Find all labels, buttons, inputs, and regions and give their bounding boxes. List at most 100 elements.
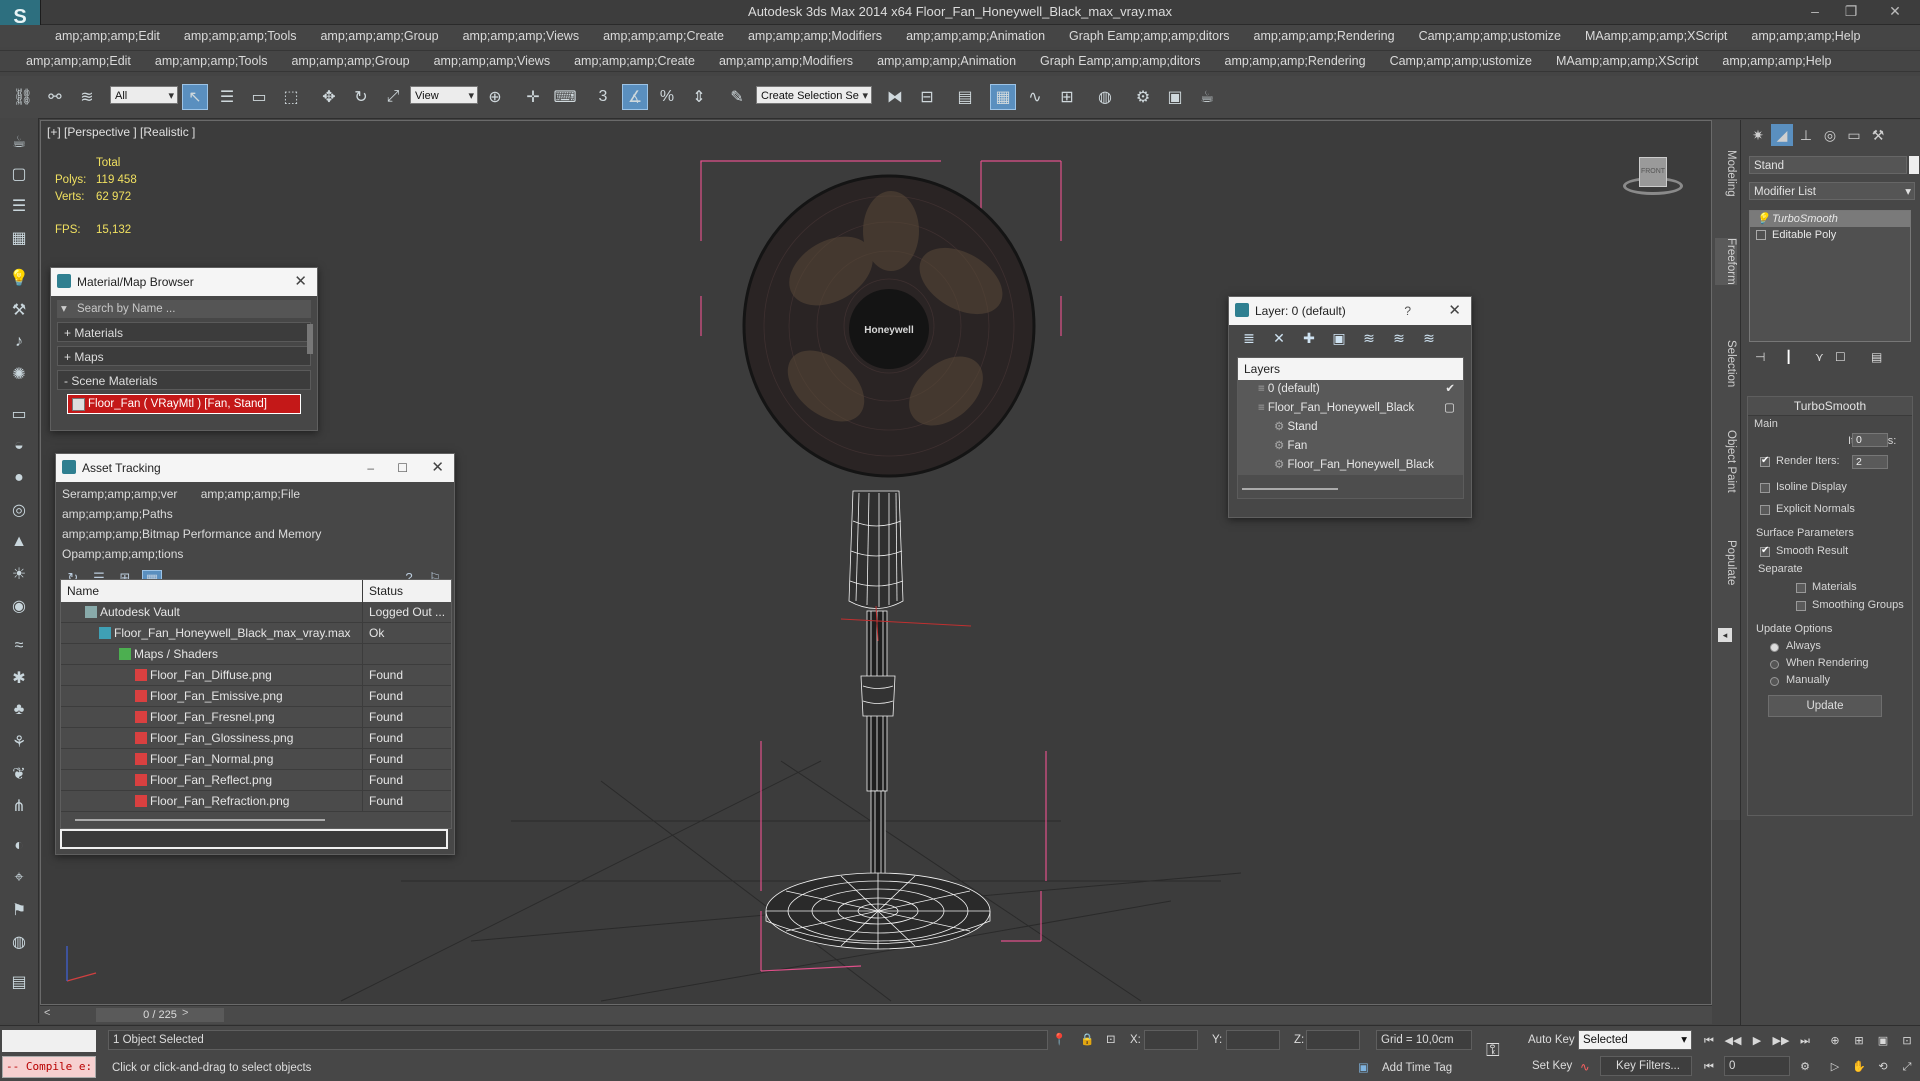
- rect-selection-icon[interactable]: ▭: [246, 84, 272, 110]
- table-row[interactable]: Floor_Fan_Fresnel.png Found: [61, 707, 451, 728]
- asset-menu-file[interactable]: amp;amp;amp;File: [201, 487, 300, 501]
- smoothing-groups-checkbox[interactable]: [1796, 601, 1806, 611]
- pin-stack-icon[interactable]: ⊣: [1755, 350, 1765, 364]
- motion-tab-icon[interactable]: ◎: [1819, 124, 1841, 146]
- close-icon[interactable]: ✕: [1448, 297, 1461, 325]
- curve-editor-icon[interactable]: ∿: [1022, 84, 1048, 110]
- hemisphere-icon[interactable]: ◒: [7, 434, 31, 458]
- table-row[interactable]: Floor_Fan_Normal.png Found: [61, 749, 451, 770]
- section-scene-materials[interactable]: - Scene Materials: [57, 370, 311, 390]
- percent-snap-icon[interactable]: %: [654, 84, 680, 110]
- rotate-icon[interactable]: ↻: [348, 84, 374, 110]
- isoline-display-checkbox[interactable]: [1760, 483, 1770, 493]
- orbit-icon[interactable]: ⟲: [1874, 1058, 1892, 1076]
- modifier-list-dropdown[interactable]: Modifier List ▾: [1749, 182, 1915, 200]
- select-object-icon[interactable]: ↖: [182, 84, 208, 110]
- menu-edit[interactable]: amp;amp;amp;Edit: [55, 29, 160, 43]
- section-maps[interactable]: + Maps: [57, 346, 311, 366]
- chevron-down-icon[interactable]: ▾: [1681, 1031, 1687, 1049]
- layer-row[interactable]: ≡ 0 (default) ✔: [1238, 380, 1463, 399]
- when-rendering-radio[interactable]: [1770, 660, 1779, 669]
- viewcube[interactable]: FRONT: [1623, 157, 1683, 195]
- pin-icon[interactable]: 📍: [1052, 1032, 1066, 1046]
- render-setup-icon[interactable]: ⚙: [1130, 84, 1156, 110]
- menu2-group[interactable]: amp;amp;amp;Group: [291, 54, 409, 68]
- create-layer-icon[interactable]: ≣: [1239, 330, 1259, 348]
- time-slider[interactable]: < 0 / 225 >: [40, 1005, 1712, 1024]
- pan-icon[interactable]: ✋: [1850, 1058, 1868, 1076]
- expand-icon[interactable]: [1756, 230, 1766, 240]
- utilities-tab-icon[interactable]: ⚒: [1867, 124, 1889, 146]
- layer-object-row[interactable]: ⚙ Floor_Fan_Honeywell_Black: [1238, 456, 1463, 475]
- menu-views[interactable]: amp;amp;amp;Views: [463, 29, 580, 43]
- zoom-icon[interactable]: ⊕: [1826, 1032, 1844, 1050]
- tab-selection[interactable]: Selection: [1715, 340, 1737, 387]
- table-row[interactable]: Floor_Fan_Glossiness.png Found: [61, 728, 451, 749]
- document-icon[interactable]: ▤: [7, 970, 31, 994]
- update-button[interactable]: Update: [1768, 695, 1882, 717]
- scrollbar-thumb[interactable]: [1242, 488, 1338, 490]
- menu2-modifiers[interactable]: amp;amp;amp;Modifiers: [719, 54, 853, 68]
- delete-layer-icon[interactable]: ✕: [1269, 330, 1289, 348]
- table-row[interactable]: Floor_Fan_Refraction.png Found: [61, 791, 451, 812]
- table-row[interactable]: Floor_Fan_Emissive.png Found: [61, 686, 451, 707]
- camera-icon[interactable]: ⌖: [7, 866, 31, 890]
- pivot-center-icon[interactable]: ⊕: [482, 84, 508, 110]
- scale-icon[interactable]: ⤢: [380, 84, 406, 110]
- time-slider-label[interactable]: 0 / 225: [96, 1008, 224, 1022]
- reference-coord-dropdown[interactable]: View: [410, 86, 478, 105]
- chevron-down-icon[interactable]: ▾: [1905, 183, 1911, 201]
- absolute-mode-icon[interactable]: ⊡: [1106, 1032, 1116, 1046]
- time-tag-icon[interactable]: ▣: [1358, 1060, 1369, 1074]
- mirror-icon[interactable]: ⧓: [882, 84, 908, 110]
- table-row[interactable]: Floor_Fan_Diffuse.png Found: [61, 665, 451, 686]
- sphere-icon[interactable]: ●: [7, 466, 31, 490]
- menu-customize[interactable]: Camp;amp;amp;ustomize: [1419, 29, 1561, 43]
- menu-modifiers[interactable]: amp;amp;amp;Modifiers: [748, 29, 882, 43]
- display-tab-icon[interactable]: ▭: [1843, 124, 1865, 146]
- close-icon[interactable]: ✕: [294, 268, 307, 296]
- menu2-maxscript[interactable]: MAamp;amp;amp;XScript: [1556, 54, 1698, 68]
- iterations-spinner[interactable]: 0: [1852, 433, 1888, 447]
- always-radio[interactable]: [1770, 643, 1779, 652]
- asset-menu-paths[interactable]: amp;amp;amp;Paths: [62, 507, 173, 521]
- menu2-create[interactable]: amp;amp;amp;Create: [574, 54, 695, 68]
- create-tab-icon[interactable]: ✷: [1747, 124, 1769, 146]
- set-key-button[interactable]: Set Key: [1532, 1060, 1572, 1072]
- material-sphere-icon[interactable]: ◉: [7, 594, 31, 618]
- menu-rendering[interactable]: amp;amp;amp;Rendering: [1254, 29, 1395, 43]
- auto-key-button[interactable]: Auto Key: [1528, 1034, 1575, 1046]
- angle-snap-icon[interactable]: ∡: [622, 84, 648, 110]
- layer-row[interactable]: ≡ Floor_Fan_Honeywell_Black ▢: [1238, 399, 1463, 418]
- minimize-icon[interactable]: –: [367, 454, 374, 482]
- box-icon[interactable]: ▢: [7, 162, 31, 186]
- menu2-animation[interactable]: amp;amp;amp;Animation: [877, 54, 1016, 68]
- material-editor-icon[interactable]: ◍: [1092, 84, 1118, 110]
- maximize-icon[interactable]: ☐: [397, 454, 408, 482]
- render-production-icon[interactable]: ☕: [1194, 84, 1220, 110]
- fur-icon[interactable]: ⋔: [7, 794, 31, 818]
- object-color-swatch[interactable]: [1909, 156, 1919, 174]
- configure-sets-icon[interactable]: ▤: [1871, 350, 1882, 364]
- lock-icon[interactable]: 🔒: [1080, 1032, 1094, 1046]
- table-row[interactable]: Floor_Fan_Reflect.png Found: [61, 770, 451, 791]
- hide-all-icon[interactable]: ≋: [1389, 330, 1409, 348]
- edit-named-selection-icon[interactable]: ✎: [724, 84, 750, 110]
- asset-menu-bitmap[interactable]: amp;amp;amp;Bitmap Performance and Memor…: [62, 524, 448, 544]
- snaps-toggle-icon[interactable]: 3: [590, 84, 616, 110]
- bind-spacewarp-icon[interactable]: ≋: [74, 84, 100, 110]
- zoom-all-icon[interactable]: ⊞: [1850, 1032, 1868, 1050]
- stack-item-turbosmooth[interactable]: 💡 TurboSmooth: [1750, 211, 1910, 227]
- remove-modifier-icon[interactable]: ☐: [1835, 350, 1846, 364]
- menu-animation[interactable]: amp;amp;amp;Animation: [906, 29, 1045, 43]
- key-mode-toggle-icon[interactable]: ⏮: [1700, 1058, 1718, 1076]
- window-crossing-icon[interactable]: ⬚: [278, 84, 304, 110]
- add-to-layer-icon[interactable]: ✚: [1299, 330, 1319, 348]
- menu-help[interactable]: amp;amp;amp;Help: [1751, 29, 1860, 43]
- layers-column-header[interactable]: Layers: [1238, 358, 1463, 380]
- key-icon[interactable]: ⚿: [1486, 1040, 1500, 1061]
- y-coord-field[interactable]: [1226, 1030, 1280, 1050]
- freeze-all-icon[interactable]: ≋: [1419, 330, 1439, 348]
- align-icon[interactable]: ⊟: [914, 84, 940, 110]
- tree-icon[interactable]: ♣: [7, 698, 31, 722]
